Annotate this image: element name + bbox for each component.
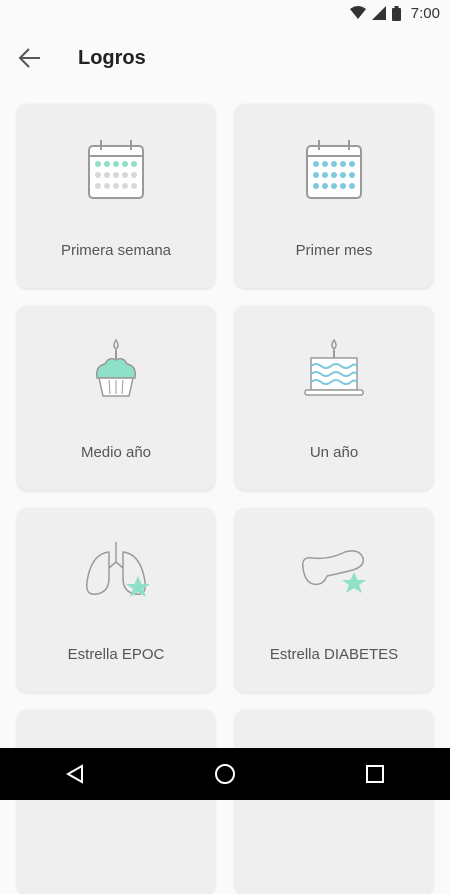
achievement-card-diabetes-star[interactable]: Estrella DIABETES <box>235 508 433 692</box>
calendar-week-icon <box>88 140 144 199</box>
signal-icon <box>371 6 386 20</box>
achievement-card-epoc-star[interactable]: Estrella EPOC <box>17 508 215 692</box>
cupcake-icon <box>95 338 137 397</box>
card-label: Primera semana <box>60 242 172 259</box>
battery-icon <box>391 5 401 21</box>
status-time: 7:00 <box>410 4 440 22</box>
card-label: Primer mes <box>295 242 373 259</box>
achievement-card-first-week[interactable]: Primera semana <box>17 104 215 288</box>
achievement-card-one-year[interactable]: Un año <box>235 306 433 490</box>
status-bar: 7:00 <box>0 0 450 26</box>
card-label: Un año <box>309 444 359 461</box>
card-label: Estrella EPOC <box>67 646 165 663</box>
calendar-month-icon <box>306 140 362 199</box>
nav-recents-button[interactable] <box>345 748 405 800</box>
lungs-star-icon <box>85 542 150 597</box>
triangle-back-icon <box>65 764 83 784</box>
navigation-bar <box>0 748 450 800</box>
nav-back-button[interactable] <box>45 748 105 800</box>
page-title: Logros <box>78 46 146 69</box>
app-bar: Logros <box>0 26 450 90</box>
wifi-icon <box>349 6 366 19</box>
arrow-back-icon <box>18 48 40 68</box>
pancreas-star-icon <box>301 550 366 593</box>
card-label: Medio año <box>80 444 152 461</box>
back-button[interactable] <box>0 26 60 90</box>
achievement-card-partial-right[interactable] <box>235 710 433 894</box>
birthday-cake-icon <box>304 338 364 396</box>
achievement-card-first-month[interactable]: Primer mes <box>235 104 433 288</box>
achievement-card-half-year[interactable]: Medio año <box>17 306 215 490</box>
square-recents-icon <box>366 765 384 783</box>
achievement-card-partial-left[interactable] <box>17 710 215 894</box>
circle-home-icon <box>215 764 235 784</box>
card-label: Estrella DIABETES <box>269 646 399 663</box>
nav-home-button[interactable] <box>195 748 255 800</box>
